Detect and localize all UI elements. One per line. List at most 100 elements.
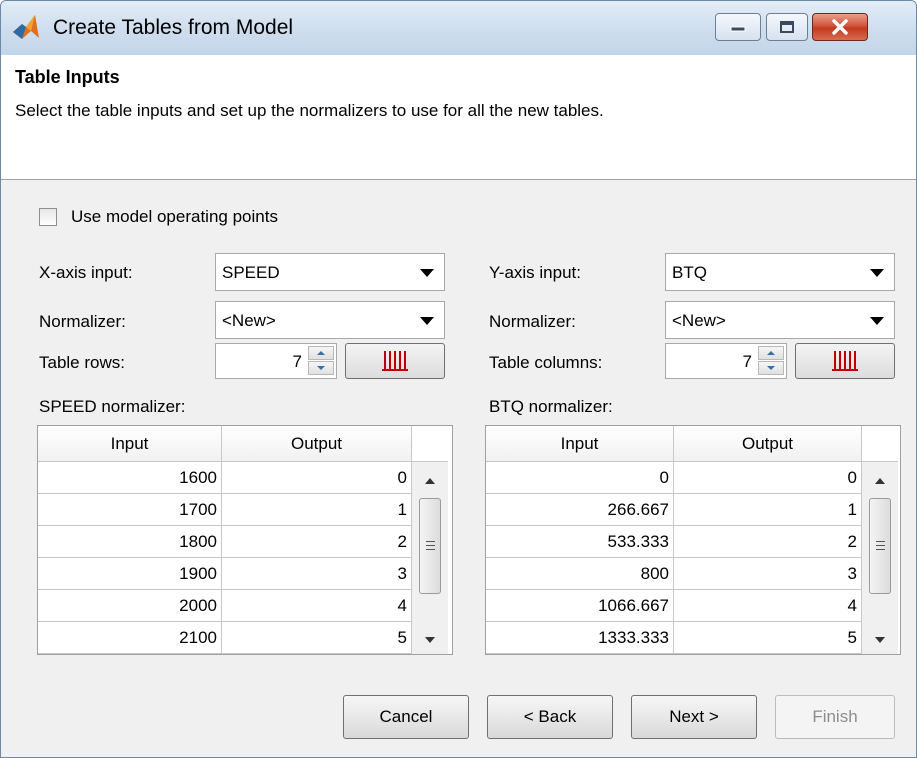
header-corner	[412, 426, 448, 462]
x-axis-input-value: SPEED	[222, 263, 280, 282]
x-normalizer-dropdown[interactable]: <New>	[215, 301, 445, 339]
y-distribution-button[interactable]	[795, 343, 895, 379]
column-header-output[interactable]: Output	[674, 426, 862, 462]
y-normalizer-table[interactable]: Input Output 0 0 266.667 1 533.333 2 800…	[485, 425, 901, 655]
close-icon	[813, 14, 867, 40]
output-cell[interactable]: 3	[222, 558, 412, 590]
input-cell[interactable]: 2100	[38, 622, 222, 654]
table-row[interactable]: 1333.333 5	[486, 622, 862, 654]
header-corner	[862, 426, 898, 462]
title-bar[interactable]: Create Tables from Model	[1, 1, 916, 55]
table-rows-value: 7	[292, 352, 302, 371]
input-cell[interactable]: 1066.667	[486, 590, 674, 622]
input-cell[interactable]: 1700	[38, 494, 222, 526]
x-normalizer-title: SPEED normalizer:	[39, 397, 186, 416]
table-row[interactable]: 266.667 1	[486, 494, 862, 526]
table-row[interactable]: 2100 5	[38, 622, 412, 654]
use-operating-points-checkbox[interactable]	[39, 208, 57, 226]
spin-down-icon[interactable]	[308, 361, 334, 375]
output-cell[interactable]: 5	[222, 622, 412, 654]
close-button[interactable]	[812, 13, 868, 41]
use-operating-points-option[interactable]: Use model operating points	[39, 207, 278, 227]
table-row[interactable]: 1600 0	[38, 462, 412, 494]
scroll-up-icon[interactable]	[875, 478, 885, 484]
input-cell[interactable]: 1900	[38, 558, 222, 590]
table-rows-label: Table rows:	[39, 353, 125, 372]
table-row[interactable]: 1800 2	[38, 526, 412, 558]
output-cell[interactable]: 0	[674, 462, 862, 494]
output-cell[interactable]: 3	[674, 558, 862, 590]
output-cell[interactable]: 4	[674, 590, 862, 622]
next-button[interactable]: Next >	[631, 695, 757, 739]
table-columns-label: Table columns:	[489, 353, 603, 372]
table-columns-value: 7	[742, 352, 752, 371]
x-normalizer-table[interactable]: Input Output 1600 0 1700 1 1800 2 1900 3…	[37, 425, 453, 655]
output-cell[interactable]: 2	[674, 526, 862, 558]
maximize-button[interactable]	[766, 13, 808, 41]
output-cell[interactable]: 5	[674, 622, 862, 654]
y-axis-input-dropdown[interactable]: BTQ	[665, 253, 895, 291]
step-description: Select the table inputs and set up the n…	[15, 101, 604, 120]
spin-up-icon[interactable]	[308, 346, 334, 360]
spin-up-icon[interactable]	[758, 346, 784, 360]
output-cell[interactable]: 1	[222, 494, 412, 526]
output-cell[interactable]: 0	[222, 462, 412, 494]
input-cell[interactable]: 0	[486, 462, 674, 494]
y-axis-input-label: Y-axis input:	[489, 263, 581, 282]
scroll-thumb[interactable]	[419, 498, 441, 594]
minimize-icon	[716, 14, 760, 40]
y-normalizer-title: BTQ normalizer:	[489, 397, 613, 416]
wizard-header: Table Inputs Select the table inputs and…	[1, 55, 916, 180]
distribution-icon	[382, 351, 408, 371]
spin-down-icon[interactable]	[758, 361, 784, 375]
minimize-button[interactable]	[715, 13, 761, 41]
output-cell[interactable]: 1	[674, 494, 862, 526]
x-axis-input-dropdown[interactable]: SPEED	[215, 253, 445, 291]
scroll-up-icon[interactable]	[425, 478, 435, 484]
window-title: Create Tables from Model	[53, 16, 294, 39]
scroll-thumb[interactable]	[869, 498, 891, 594]
back-button[interactable]: < Back	[487, 695, 613, 739]
step-title: Table Inputs	[15, 67, 120, 87]
input-cell[interactable]: 1333.333	[486, 622, 674, 654]
input-cell[interactable]: 800	[486, 558, 674, 590]
chevron-down-icon	[420, 317, 434, 325]
y-table-scrollbar[interactable]	[862, 462, 898, 654]
table-row[interactable]: 800 3	[486, 558, 862, 590]
input-cell[interactable]: 2000	[38, 590, 222, 622]
input-cell[interactable]: 1800	[38, 526, 222, 558]
use-operating-points-label: Use model operating points	[71, 207, 278, 226]
input-cell[interactable]: 1600	[38, 462, 222, 494]
distribution-icon	[832, 351, 858, 371]
column-header-input[interactable]: Input	[486, 426, 674, 462]
input-cell[interactable]: 533.333	[486, 526, 674, 558]
scroll-down-icon[interactable]	[875, 637, 885, 643]
column-header-input[interactable]: Input	[38, 426, 222, 462]
x-axis-input-label: X-axis input:	[39, 263, 133, 282]
x-normalizer-value: <New>	[222, 311, 276, 330]
table-row[interactable]: 1900 3	[38, 558, 412, 590]
table-row[interactable]: 0 0	[486, 462, 862, 494]
table-row[interactable]: 1700 1	[38, 494, 412, 526]
maximize-icon	[767, 14, 807, 40]
input-cell[interactable]: 266.667	[486, 494, 674, 526]
scroll-down-icon[interactable]	[425, 637, 435, 643]
table-row[interactable]: 2000 4	[38, 590, 412, 622]
column-header-output[interactable]: Output	[222, 426, 412, 462]
cancel-button[interactable]: Cancel	[343, 695, 469, 739]
grip-icon	[876, 541, 885, 553]
output-cell[interactable]: 4	[222, 590, 412, 622]
finish-button[interactable]: Finish	[775, 695, 895, 739]
x-distribution-button[interactable]	[345, 343, 445, 379]
output-cell[interactable]: 2	[222, 526, 412, 558]
table-rows-spinner[interactable]: 7	[215, 343, 337, 379]
table-row[interactable]: 533.333 2	[486, 526, 862, 558]
grip-icon	[426, 541, 435, 553]
chevron-down-icon	[870, 317, 884, 325]
y-normalizer-dropdown[interactable]: <New>	[665, 301, 895, 339]
chevron-down-icon	[420, 269, 434, 277]
table-columns-spinner[interactable]: 7	[665, 343, 787, 379]
x-normalizer-label: Normalizer:	[39, 312, 126, 331]
x-table-scrollbar[interactable]	[412, 462, 448, 654]
table-row[interactable]: 1066.667 4	[486, 590, 862, 622]
